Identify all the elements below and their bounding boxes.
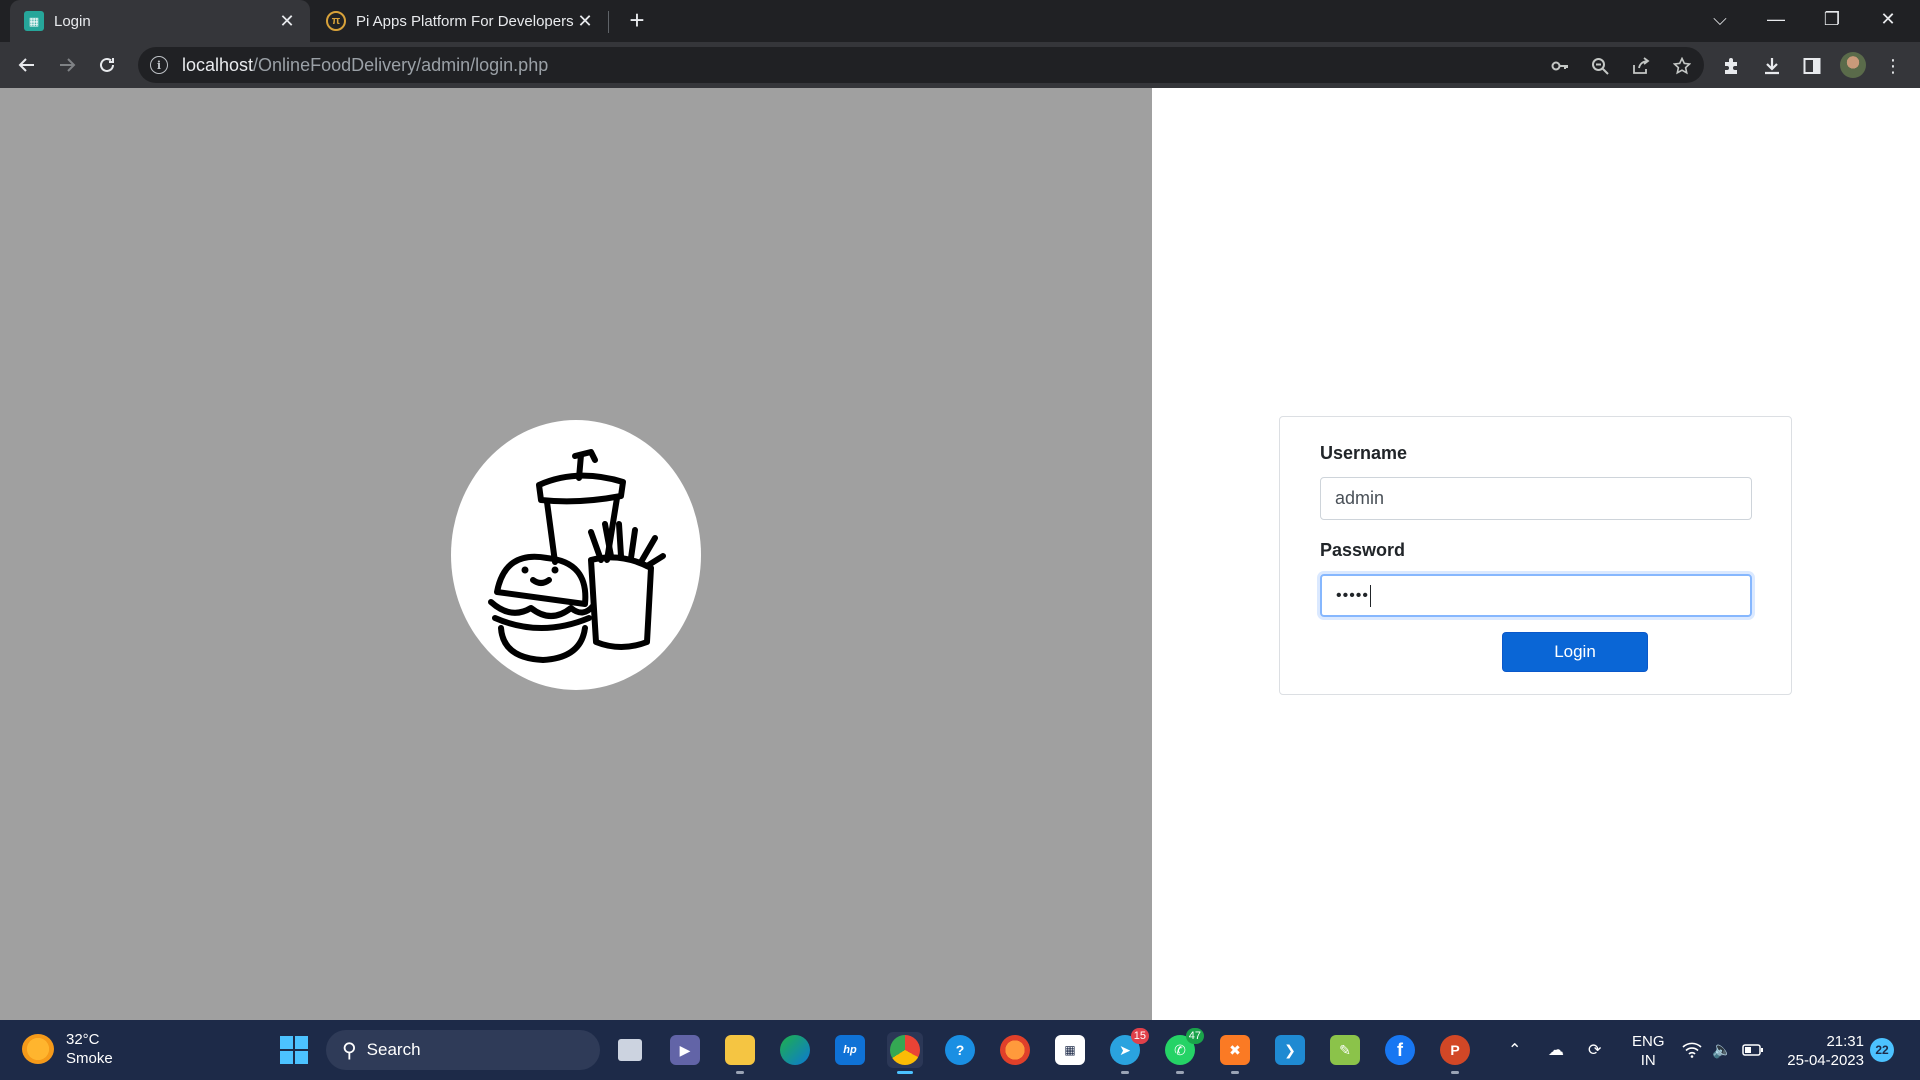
get-help-button[interactable]: ? — [942, 1032, 978, 1068]
file-explorer-button[interactable] — [722, 1032, 758, 1074]
close-window-button[interactable]: ✕ — [1860, 0, 1916, 38]
language-indicator[interactable]: ENG IN — [1632, 1032, 1665, 1070]
food-logo-icon — [488, 449, 666, 663]
tab-title: Pi Apps Platform For Developers — [356, 12, 574, 30]
new-tab-button[interactable]: + — [624, 7, 650, 34]
microsoft-store-button[interactable]: ▦ — [1052, 1032, 1088, 1068]
page-right-panel: Username admin Password ••••• Login — [1152, 88, 1920, 1020]
pi-favicon-icon: π — [326, 11, 346, 31]
myhp-button[interactable]: hp — [832, 1032, 868, 1068]
powerpoint-button[interactable]: P — [1437, 1032, 1473, 1074]
facebook-button[interactable]: f — [1382, 1032, 1418, 1068]
tab-title: Login — [54, 12, 91, 30]
password-label: Password — [1320, 540, 1406, 560]
url-text: localhost/OnlineFoodDelivery/admin/login… — [182, 54, 549, 75]
sun-haze-icon — [22, 1034, 54, 1064]
system-clock[interactable]: 21:31 25-04-2023 — [1782, 1032, 1864, 1070]
info-icon[interactable]: i — [150, 56, 168, 74]
password-input[interactable]: ••••• — [1320, 574, 1752, 617]
whatsapp-button[interactable]: ✆ 47 — [1162, 1028, 1204, 1074]
restore-button[interactable]: ❐ — [1804, 0, 1860, 38]
notification-count-badge[interactable]: 22 — [1870, 1038, 1894, 1062]
login-card: Username admin Password ••••• Login — [1279, 416, 1792, 695]
username-input[interactable]: admin — [1320, 477, 1752, 520]
address-bar[interactable]: i localhost/OnlineFoodDelivery/admin/log… — [138, 47, 1704, 83]
taskbar-search[interactable]: ⚲ Search — [326, 1030, 600, 1070]
password-value: ••••• — [1336, 586, 1370, 604]
tab-separator — [608, 11, 609, 33]
paint-icon: ✎ — [1330, 1035, 1360, 1065]
task-view-button[interactable] — [612, 1032, 648, 1068]
weather-desc: Smoke — [66, 1050, 113, 1067]
weather-temp: 32°C — [66, 1031, 100, 1048]
forward-button[interactable] — [52, 50, 82, 80]
show-hidden-icons-chevron-icon[interactable]: ⌃ — [1508, 1020, 1521, 1080]
tab-close-icon[interactable]: ✕ — [276, 10, 298, 32]
search-icon: ⚲ — [342, 1039, 357, 1062]
edge-icon — [780, 1035, 810, 1065]
sync-icon[interactable]: ⟳ — [1588, 1020, 1601, 1080]
profile-avatar[interactable] — [1840, 52, 1866, 78]
firefox-icon — [1000, 1035, 1030, 1065]
tab-strip: ▦ Login ✕ π Pi Apps Platform For Develop… — [0, 0, 1920, 42]
help-icon: ? — [945, 1035, 975, 1065]
chrome-button[interactable] — [887, 1032, 923, 1074]
puzzle-icon[interactable] — [1719, 53, 1745, 79]
download-icon[interactable] — [1759, 53, 1785, 79]
arrow-left-icon — [18, 58, 34, 72]
telegram-badge: 15 — [1130, 1028, 1149, 1044]
powerpoint-icon: P — [1440, 1035, 1470, 1065]
whatsapp-badge: 47 — [1185, 1028, 1204, 1044]
video-camera-icon: ▶ — [670, 1035, 700, 1065]
edge-button[interactable] — [777, 1032, 813, 1068]
tab-search-chevron-icon[interactable]: ⌵ — [1692, 0, 1748, 38]
firefox-button[interactable] — [997, 1032, 1033, 1068]
page-left-panel — [0, 88, 1152, 1020]
kebab-menu-icon[interactable]: ⋮ — [1880, 53, 1906, 79]
site-favicon-icon: ▦ — [24, 11, 44, 31]
wifi-icon[interactable] — [1682, 1020, 1702, 1080]
windows-logo-icon — [280, 1036, 308, 1064]
login-button[interactable]: Login — [1503, 633, 1647, 671]
back-button[interactable] — [12, 50, 42, 80]
xampp-icon: ✖ — [1220, 1035, 1250, 1065]
xampp-button[interactable]: ✖ — [1217, 1032, 1253, 1074]
telegram-button[interactable]: ➤ 15 — [1107, 1028, 1149, 1074]
folder-icon — [725, 1035, 755, 1065]
store-icon: ▦ — [1055, 1035, 1085, 1065]
vscode-icon: ❯ — [1275, 1035, 1305, 1065]
weather-widget[interactable]: 32°C Smoke — [22, 1030, 113, 1068]
reload-button[interactable] — [92, 50, 122, 80]
minimize-button[interactable]: — — [1748, 0, 1804, 38]
battery-icon[interactable] — [1742, 1020, 1764, 1080]
teams-chat-button[interactable]: ▶ — [667, 1032, 703, 1068]
text-caret — [1370, 584, 1372, 607]
key-icon[interactable] — [1549, 55, 1571, 77]
onedrive-cloud-icon[interactable]: ☁ — [1548, 1020, 1564, 1080]
tab-login[interactable]: ▦ Login ✕ — [10, 0, 310, 42]
facebook-icon: f — [1385, 1035, 1415, 1065]
tab-close-icon[interactable]: ✕ — [574, 10, 596, 32]
search-label: Search — [366, 1040, 421, 1059]
username-label: Username — [1320, 443, 1408, 463]
vscode-button[interactable]: ❯ — [1272, 1032, 1308, 1068]
food-logo — [451, 420, 701, 690]
arrow-right-icon — [60, 58, 76, 72]
volume-icon[interactable]: 🔈 — [1712, 1020, 1732, 1080]
paint-button[interactable]: ✎ — [1327, 1032, 1363, 1068]
windows-taskbar: 32°C Smoke ⚲ Search ▶ hp ? ▦ ➤ 15 ✆ 47 ✖… — [0, 1020, 1920, 1080]
task-view-icon — [618, 1039, 642, 1061]
username-value: admin — [1335, 488, 1385, 508]
browser-toolbar: i localhost/OnlineFoodDelivery/admin/log… — [0, 42, 1920, 88]
chrome-icon — [890, 1035, 920, 1065]
start-button[interactable] — [276, 1032, 312, 1068]
star-icon[interactable] — [1671, 55, 1693, 77]
share-icon[interactable] — [1630, 55, 1652, 77]
zoom-out-icon[interactable] — [1589, 55, 1611, 77]
myhp-icon: hp — [835, 1035, 865, 1065]
side-panel-icon[interactable] — [1799, 53, 1825, 79]
reload-icon — [100, 57, 114, 72]
tab-pi-apps[interactable]: π Pi Apps Platform For Developers ✕ — [312, 0, 608, 42]
